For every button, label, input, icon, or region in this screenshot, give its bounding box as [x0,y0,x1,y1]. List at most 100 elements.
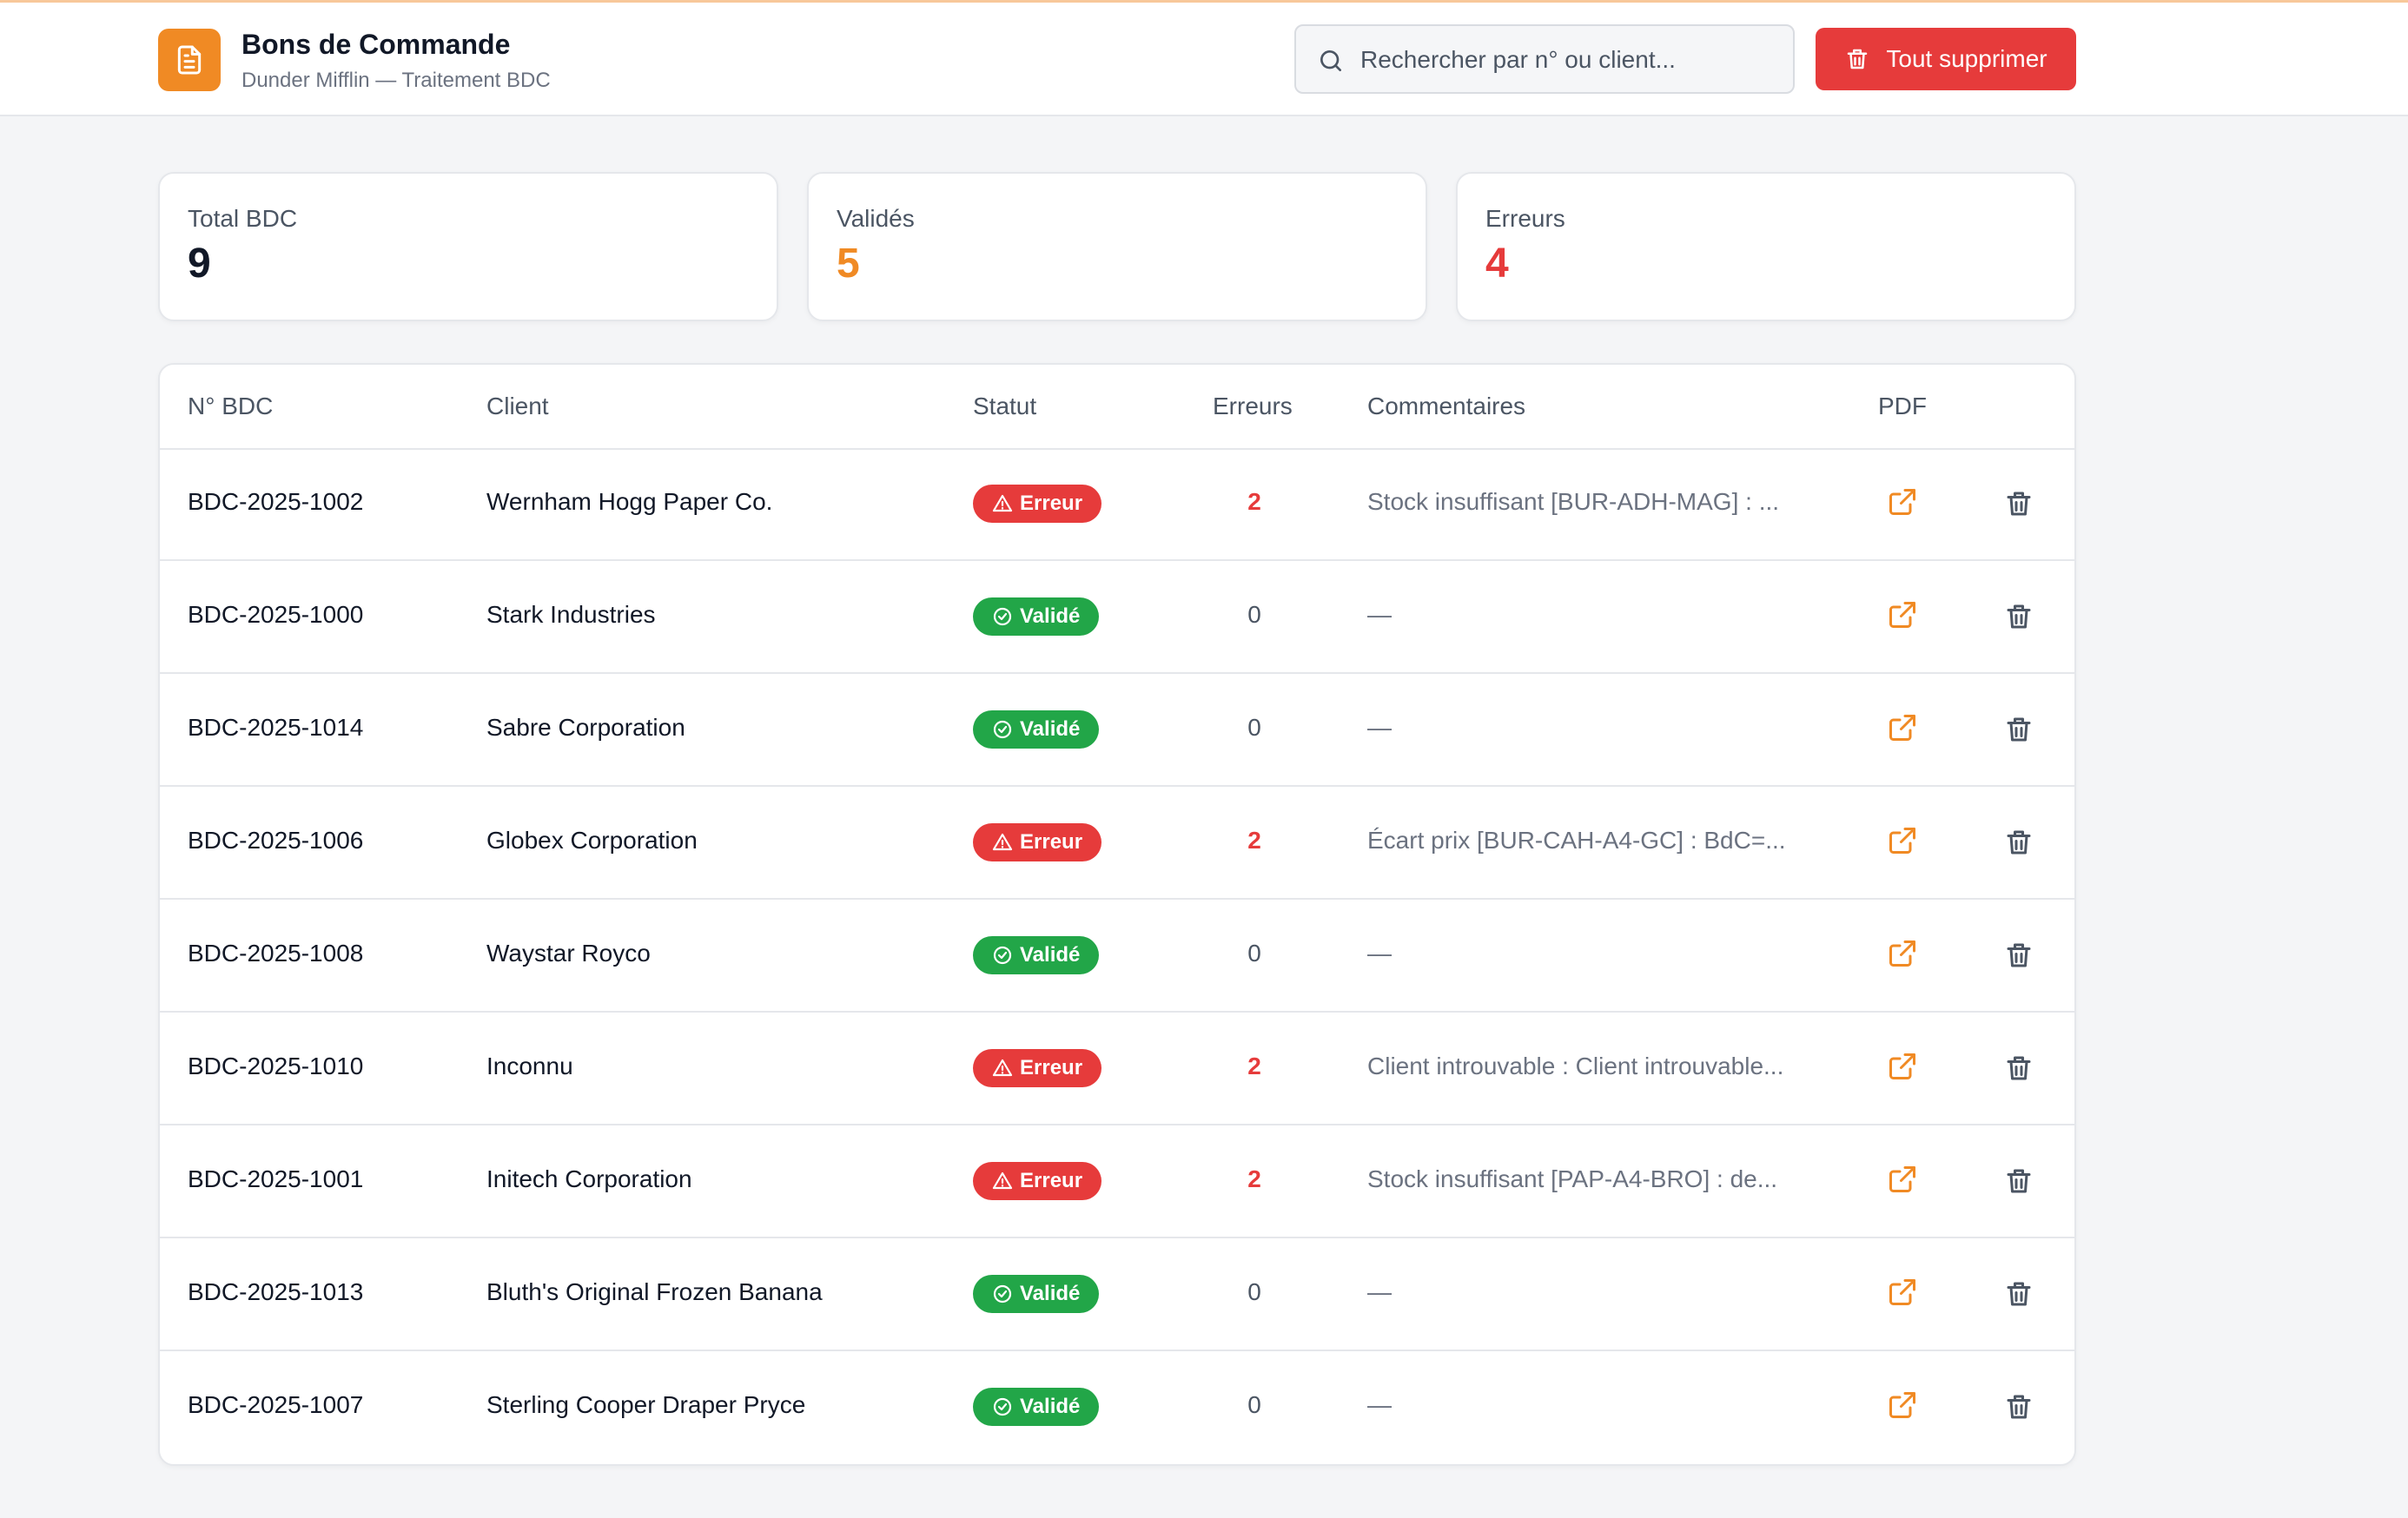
comment-text: — [1367,1391,1392,1418]
check-circle-icon [992,945,1013,966]
alert-triangle-icon [992,1171,1013,1191]
trash-icon[interactable] [2003,488,2034,519]
comment-text: — [1367,1278,1392,1305]
status-label: Validé [1020,1395,1081,1418]
client-name: Waystar Royco [486,940,651,967]
table-row: BDC-2025-1008 Waystar Royco Validé 0 — [160,900,2074,1013]
stat-value: 9 [188,241,211,287]
error-count: 2 [1247,1165,1261,1192]
comment-text: Stock insuffisant [BUR-ADH-MAG] : ... [1367,488,1780,515]
app-header: Bons de Commande Dunder Mifflin — Traite… [0,3,2408,116]
error-count: 0 [1247,1278,1261,1305]
client-name: Sabre Corporation [486,714,685,741]
stat-value: 5 [837,241,860,287]
status-badge: Validé [973,597,1100,636]
client-name: Wernham Hogg Paper Co. [486,488,773,515]
column-header-errors: Erreurs [1213,393,1293,419]
search-icon [1317,47,1345,75]
external-link-icon[interactable] [1887,712,1918,743]
order-id: BDC-2025-1002 [188,488,364,515]
trash-icon[interactable] [2003,940,2034,971]
trash-icon[interactable] [2003,1391,2034,1422]
column-header-comments: Commentaires [1367,393,1526,419]
status-label: Validé [1020,717,1081,741]
alert-triangle-icon [992,493,1013,514]
table-row: BDC-2025-1010 Inconnu Erreur 2 Client introu… [160,1013,2074,1125]
comment-text: Client introuvable : Client introuvable.… [1367,1053,1784,1079]
status-label: Erreur [1020,492,1083,515]
table-row: BDC-2025-1000 Stark Industries Validé 0 — [160,561,2074,674]
order-id: BDC-2025-1014 [188,714,364,741]
trash-icon[interactable] [2003,714,2034,745]
status-badge: Validé [973,710,1100,749]
column-header-pdf: PDF [1878,393,1927,419]
delete-all-label: Tout supprimer [1886,45,2047,72]
external-link-icon[interactable] [1887,1164,1918,1195]
stat-card-validated: Validés 5 [807,172,1427,321]
search-box [1294,24,1795,94]
alert-triangle-icon [992,832,1013,853]
client-name: Stark Industries [486,601,656,628]
status-label: Validé [1020,1282,1081,1305]
document-icon [172,43,207,77]
client-name: Sterling Cooper Draper Pryce [486,1391,806,1418]
trash-icon [1844,46,1870,72]
check-circle-icon [992,1284,1013,1304]
check-circle-icon [992,606,1013,627]
trash-icon[interactable] [2003,827,2034,858]
stat-label: Validés [837,205,915,232]
external-link-icon[interactable] [1887,1277,1918,1308]
external-link-icon[interactable] [1887,825,1918,856]
comment-text: — [1367,601,1392,628]
comment-text: Écart prix [BUR-CAH-A4-GC] : BdC=... [1367,827,1786,854]
table-row: BDC-2025-1001 Initech Corporation Erreur 2 S… [160,1125,2074,1238]
stat-value: 4 [1485,241,1509,287]
page-subtitle: Dunder Mifflin — Traitement BDC [241,69,551,92]
comment-text: — [1367,940,1392,967]
table-row: BDC-2025-1013 Bluth's Original Frozen Ban… [160,1238,2074,1351]
error-count: 2 [1247,1053,1261,1079]
error-count: 2 [1247,488,1261,515]
table-row: BDC-2025-1006 Globex Corporation Erreur 2 Éc… [160,787,2074,900]
client-name: Inconnu [486,1053,573,1079]
error-count: 0 [1247,940,1261,967]
status-badge: Validé [973,1388,1100,1426]
order-id: BDC-2025-1008 [188,940,364,967]
error-count: 2 [1247,827,1261,854]
status-label: Erreur [1020,1169,1083,1192]
external-link-icon[interactable] [1887,938,1918,969]
trash-icon[interactable] [2003,1053,2034,1084]
order-id: BDC-2025-1006 [188,827,364,854]
external-link-icon[interactable] [1887,1051,1918,1082]
error-count: 0 [1247,601,1261,628]
external-link-icon[interactable] [1887,599,1918,630]
status-badge: Erreur [973,1162,1102,1200]
table-row: BDC-2025-1014 Sabre Corporation Validé 0 — [160,674,2074,787]
comment-text: Stock insuffisant [PAP-A4-BRO] : de... [1367,1165,1778,1192]
column-header-id: N° BDC [188,393,274,419]
order-id: BDC-2025-1007 [188,1391,364,1418]
table-header: N° BDC Client Statut Erreurs Commentaire… [160,365,2074,450]
delete-all-button[interactable]: Tout supprimer [1816,28,2076,90]
trash-icon[interactable] [2003,601,2034,632]
external-link-icon[interactable] [1887,1389,1918,1421]
status-badge: Validé [973,1275,1100,1313]
status-label: Validé [1020,604,1081,628]
status-badge: Erreur [973,485,1102,523]
stat-label: Total BDC [188,205,298,232]
comment-text: — [1367,714,1392,741]
stat-card-total: Total BDC 9 [158,172,778,321]
order-id: BDC-2025-1013 [188,1278,364,1305]
alert-triangle-icon [992,1058,1013,1079]
check-circle-icon [992,1396,1013,1417]
column-header-status: Statut [973,393,1037,419]
client-name: Bluth's Original Frozen Banana [486,1278,823,1305]
status-label: Erreur [1020,830,1083,854]
status-label: Validé [1020,943,1081,967]
orders-table: N° BDC Client Statut Erreurs Commentaire… [158,363,2076,1466]
client-name: Initech Corporation [486,1165,692,1192]
trash-icon[interactable] [2003,1165,2034,1197]
search-input[interactable] [1359,38,1779,82]
external-link-icon[interactable] [1887,486,1918,518]
trash-icon[interactable] [2003,1278,2034,1310]
